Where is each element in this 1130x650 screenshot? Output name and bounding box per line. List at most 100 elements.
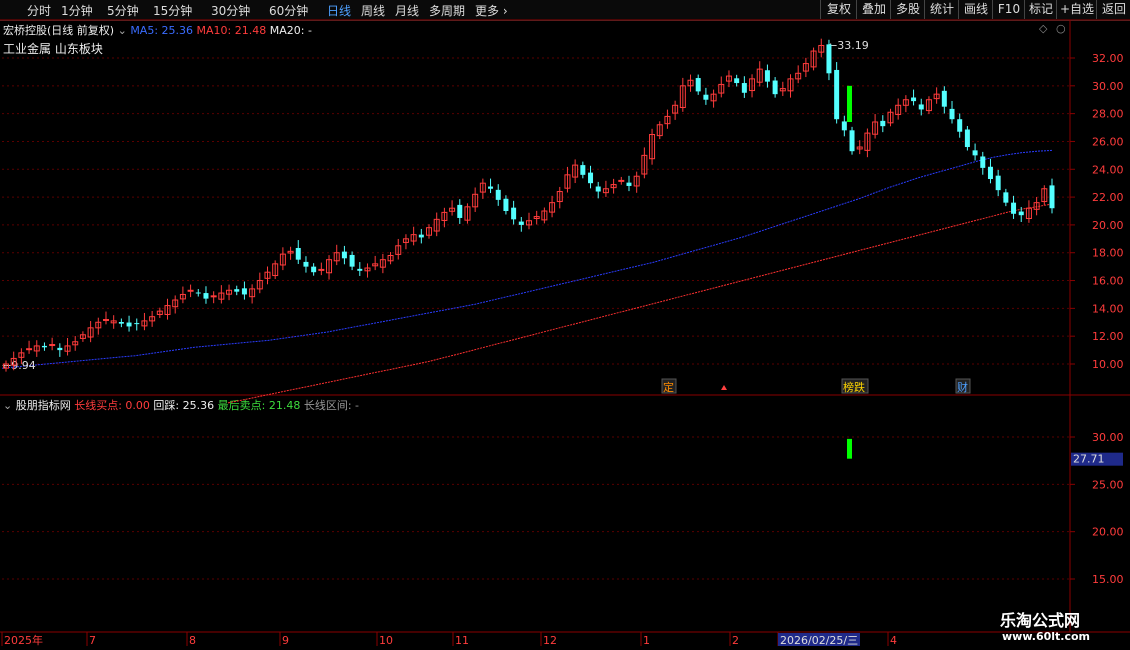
candle-body — [834, 69, 840, 120]
date-label: 9 — [282, 634, 289, 647]
price-label: 22.00 — [1092, 191, 1124, 204]
date-axis: 2025年 7 8 9 10 11 12 1 2 2026/02/25/三 4 — [1, 632, 897, 647]
candle-body — [918, 104, 924, 110]
up-arrow-icon — [721, 385, 727, 390]
candle-body — [518, 221, 524, 225]
date-label: 11 — [455, 634, 469, 647]
candle-body — [210, 295, 217, 298]
watermark-title: 乐淘公式网 — [1000, 611, 1081, 630]
candle-body — [1011, 202, 1017, 214]
candle-body — [495, 189, 501, 200]
candle-body — [26, 348, 33, 351]
candle-body — [849, 130, 855, 152]
indicator-axis-label: 25.00 — [1092, 478, 1124, 491]
date-label: 1 — [643, 634, 650, 647]
price-label: 20.00 — [1092, 219, 1124, 232]
event-marker-text: 榜跌 — [843, 380, 865, 394]
ma5-line — [1, 149, 1053, 369]
candle-body — [418, 234, 424, 238]
ma10-line — [227, 203, 1051, 404]
candle-body — [987, 166, 993, 180]
date-label: 2025年 — [4, 633, 43, 647]
kline-chart[interactable]: ←33.19 ←9.94 32.00 30.00 28.00 26.00 24.00 22.… — [0, 0, 1130, 650]
date-label: 2026/02/25/三 — [780, 634, 858, 647]
date-label: 12 — [543, 634, 557, 647]
date-label: 2 — [732, 634, 739, 647]
indicator-axis-label: 15.00 — [1092, 573, 1124, 586]
candle-body — [118, 321, 124, 324]
low-label: ←9.94 — [2, 359, 36, 372]
price-label: 14.00 — [1092, 302, 1124, 315]
candle-body — [503, 198, 509, 211]
candle-body — [318, 268, 325, 271]
date-label: 4 — [890, 634, 897, 647]
price-label: 32.00 — [1092, 52, 1124, 65]
limit-down-bar — [847, 85, 852, 122]
date-label: 10 — [379, 634, 393, 647]
price-label: 18.00 — [1092, 247, 1124, 260]
candle-body — [734, 78, 740, 84]
candle-body — [57, 347, 63, 351]
candle-body — [1049, 185, 1055, 209]
indicator-axis-label: 20.00 — [1092, 526, 1124, 539]
candle-body — [580, 165, 586, 175]
candle-body — [980, 156, 986, 168]
candle-body — [880, 120, 886, 127]
price-label: 28.00 — [1092, 108, 1124, 121]
candle-body — [841, 121, 847, 131]
candle-body — [187, 289, 194, 292]
candle-body — [695, 78, 701, 92]
candle-body — [203, 293, 209, 299]
candle-body — [941, 90, 947, 107]
date-label: 7 — [89, 634, 96, 647]
candle-body — [303, 261, 309, 267]
candle-body — [341, 251, 347, 259]
candle-body — [357, 268, 363, 271]
indicator-current-value: 27.71 — [1073, 453, 1105, 466]
price-label: 24.00 — [1092, 163, 1124, 176]
candle-body — [741, 83, 747, 93]
candle-body — [826, 44, 832, 74]
candle-body — [311, 266, 317, 273]
price-label: 30.00 — [1092, 80, 1124, 93]
price-axis: 32.00 30.00 28.00 26.00 24.00 22.00 20.00 18.00… — [1070, 52, 1124, 371]
price-label: 12.00 — [1092, 330, 1124, 343]
candle-body — [618, 179, 625, 182]
candle-body — [49, 344, 56, 347]
candle-body — [457, 204, 463, 218]
event-marker-text: 定 — [663, 380, 674, 394]
candle-body — [234, 289, 240, 292]
candle-body — [134, 323, 140, 325]
event-marker-text: 财 — [957, 380, 968, 394]
candle-body — [764, 70, 770, 82]
indicator-bar — [847, 438, 852, 459]
candle-body — [626, 182, 632, 186]
candle-body — [102, 318, 109, 321]
candle-body — [957, 119, 963, 132]
candle-body — [595, 186, 601, 192]
candle-body — [1003, 192, 1009, 203]
price-label: 10.00 — [1092, 358, 1124, 371]
candle-body — [195, 292, 201, 294]
candles — [3, 38, 1055, 372]
candle-body — [295, 247, 301, 260]
candle-body — [972, 150, 978, 156]
candle-body — [703, 94, 709, 100]
watermark-url: www.60lt.com — [1002, 630, 1091, 643]
candle-body — [911, 97, 917, 102]
date-label: 8 — [189, 634, 196, 647]
indicator-axis-label: 30.00 — [1092, 431, 1124, 444]
event-markers: 定 榜跌 财 — [661, 378, 971, 394]
candle-body — [964, 129, 970, 148]
candle-body — [126, 322, 132, 327]
price-label: 26.00 — [1092, 135, 1124, 148]
price-label: 16.00 — [1092, 275, 1124, 288]
candle-body — [349, 254, 355, 267]
indicator-panel: 30.00 25.00 20.00 15.00 27.71 — [2, 431, 1124, 586]
candle-body — [1018, 211, 1024, 216]
candle-body — [588, 172, 594, 184]
candle-body — [511, 207, 517, 220]
candle-body — [241, 288, 247, 295]
candle-body — [41, 345, 47, 348]
candle-body — [949, 108, 955, 120]
